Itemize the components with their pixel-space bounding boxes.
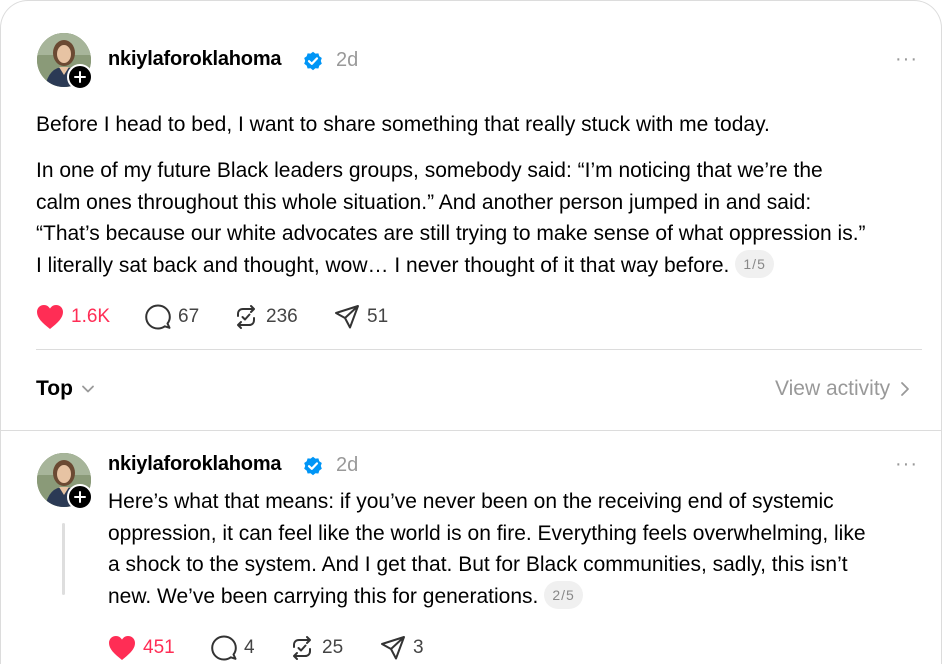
username[interactable]: nkiylaforoklahoma: [108, 48, 282, 71]
post-line: I literally sat back and thought, wow… I…: [36, 249, 916, 282]
reply-time[interactable]: 2d: [336, 454, 358, 477]
reply-button[interactable]: 67: [145, 304, 199, 330]
reply-line: Here’s what that means: if you’ve never …: [108, 490, 834, 513]
reply-text: Here’s what that means: if you’ve never …: [108, 486, 928, 612]
follow-plus-button[interactable]: [67, 64, 93, 90]
share-button[interactable]: 51: [334, 304, 388, 330]
repost-count: 25: [322, 637, 344, 658]
chevron-right-icon: [901, 382, 910, 396]
post-text-paragraph-2: In one of my future Black leaders groups…: [36, 155, 916, 281]
heart-icon: [37, 305, 63, 329]
like-button[interactable]: 1.6K: [36, 304, 110, 330]
divider: [36, 349, 922, 350]
sort-label: Top: [36, 377, 73, 400]
verified-badge-icon: [304, 51, 322, 71]
post-line: calm ones throughout this whole situatio…: [36, 190, 812, 214]
reply-count: 67: [178, 306, 200, 327]
like-count: 451: [143, 637, 175, 658]
reply-line: new. We’ve been carrying this for genera…: [108, 580, 928, 613]
reply-share-button[interactable]: 3: [380, 635, 424, 661]
repost-icon: [237, 305, 255, 329]
more-options-button[interactable]: ···: [895, 48, 918, 71]
post-line: “That’s because our white advocates are …: [36, 222, 866, 245]
thread-page-indicator: 1/5: [735, 249, 774, 278]
repost-icon: [293, 636, 311, 660]
post-line-text: I literally sat back and thought, wow… I…: [36, 253, 730, 277]
thread-page-indicator: 2/5: [544, 580, 583, 609]
threads-frame: nkiylaforoklahoma 2d ··· Before I head t…: [0, 0, 942, 664]
chevron-down-icon: [82, 385, 94, 393]
reply-username[interactable]: nkiylaforoklahoma: [108, 453, 282, 476]
reply-line: a shock to the system. And I get that. B…: [108, 553, 848, 576]
heart-icon: [109, 636, 135, 660]
view-activity-link[interactable]: View activity: [775, 377, 910, 401]
post-time[interactable]: 2d: [336, 49, 358, 72]
reply-like-button[interactable]: 451: [108, 635, 175, 661]
repost-count: 236: [266, 306, 298, 327]
post-text-paragraph-1: Before I head to bed, I want to share so…: [36, 113, 770, 136]
thread-line: [62, 523, 65, 595]
repost-button[interactable]: 236: [233, 304, 298, 330]
reply-line-text: new. We’ve been carrying this for genera…: [108, 584, 539, 608]
reply-follow-plus-button[interactable]: [67, 484, 93, 510]
reply-line: oppression, it can feel like the world i…: [108, 521, 866, 545]
plus-icon: [74, 71, 86, 83]
like-count: 1.6K: [71, 306, 111, 327]
comment-icon: [145, 304, 171, 330]
view-activity-label: View activity: [775, 377, 891, 400]
section-divider: [1, 430, 942, 431]
share-count: 3: [413, 637, 424, 658]
share-count: 51: [367, 306, 389, 327]
share-icon: [335, 305, 359, 329]
comment-icon: [211, 635, 237, 661]
share-icon: [381, 636, 405, 660]
reply-count: 4: [244, 637, 255, 658]
post-line: In one of my future Black leaders groups…: [36, 159, 823, 182]
reply-more-options-button[interactable]: ···: [895, 453, 918, 476]
plus-icon: [74, 491, 86, 503]
reply-reply-button[interactable]: 4: [211, 635, 255, 661]
reply-repost-button[interactable]: 25: [289, 635, 343, 661]
sort-dropdown[interactable]: Top: [36, 377, 95, 401]
verified-badge-icon: [304, 456, 322, 476]
